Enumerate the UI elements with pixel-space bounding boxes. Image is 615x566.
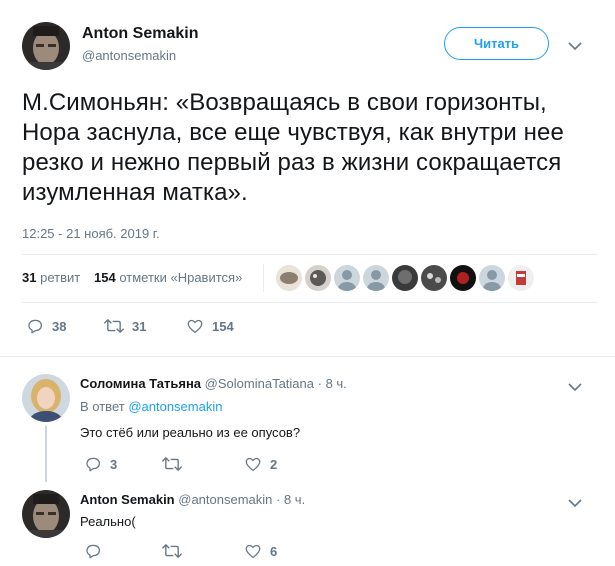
- in-reply-to: В ответ @antonsemakin: [80, 399, 222, 414]
- reply-text: Реально(: [80, 514, 136, 529]
- like-count: 6: [270, 543, 278, 559]
- likes-label: отметки «Нравится»: [119, 270, 243, 285]
- like-icon: [245, 544, 261, 559]
- likers-avatars: [276, 265, 536, 293]
- reply-count: 38: [52, 318, 67, 334]
- reply-icon: [28, 319, 43, 334]
- thread-line: [45, 426, 47, 482]
- in-reply-handle[interactable]: @antonsemakin: [128, 399, 222, 414]
- like-icon: [187, 319, 203, 334]
- reply-time[interactable]: · 8 ч.: [318, 376, 347, 391]
- like-stats[interactable]: 154 отметки «Нравится»: [94, 270, 242, 285]
- liker-avatar[interactable]: [421, 265, 447, 291]
- retweets-label: ретвит: [40, 270, 81, 285]
- divider: [22, 254, 597, 255]
- author-handle[interactable]: @antonsemakin: [82, 48, 176, 63]
- retweet-count: 31: [132, 318, 147, 334]
- follow-button-label: Читать: [473, 36, 520, 51]
- retweet-icon: [162, 457, 182, 471]
- reply-count: 3: [110, 456, 118, 472]
- in-reply-prefix: В ответ: [80, 399, 125, 414]
- reply-action[interactable]: [84, 542, 110, 560]
- caret-down-icon[interactable]: [568, 379, 582, 397]
- retweets-count: 31: [22, 270, 37, 285]
- likes-count: 154: [94, 270, 116, 285]
- liker-avatar[interactable]: [479, 265, 505, 291]
- liker-avatar[interactable]: [392, 265, 418, 291]
- like-action[interactable]: 154: [186, 317, 234, 335]
- reply-author-handle[interactable]: @SolominaTatiana: [205, 376, 314, 391]
- like-action[interactable]: 2: [244, 455, 277, 473]
- reply-icon: [86, 457, 101, 472]
- reply-author-name[interactable]: Соломина Татьяна: [80, 376, 201, 391]
- like-action[interactable]: 6: [244, 542, 277, 560]
- author-avatar[interactable]: [22, 22, 70, 70]
- retweet-action[interactable]: 31: [104, 317, 146, 335]
- like-count: 2: [270, 456, 278, 472]
- divider: [22, 302, 597, 303]
- liker-avatar[interactable]: [276, 265, 302, 291]
- retweet-stats[interactable]: 31 ретвит: [22, 270, 80, 285]
- reply-time[interactable]: · 8 ч.: [276, 492, 305, 507]
- tweet-timestamp[interactable]: 12:25 - 21 нояб. 2019 г.: [22, 226, 160, 241]
- liker-avatar[interactable]: [363, 265, 389, 291]
- caret-down-icon[interactable]: [568, 38, 582, 56]
- reply-header: Соломина Татьяна @SolominaTatiana · 8 ч.: [80, 376, 347, 391]
- reply-action[interactable]: 3: [84, 455, 117, 473]
- retweet-action[interactable]: [162, 542, 190, 560]
- reply-icon: [86, 544, 101, 559]
- author-name[interactable]: Anton Semakin: [82, 25, 198, 43]
- stats-separator: [263, 264, 264, 292]
- like-count: 154: [212, 318, 234, 334]
- liker-avatar[interactable]: [450, 265, 476, 291]
- retweet-icon: [162, 544, 182, 558]
- reply-action[interactable]: 38: [26, 317, 66, 335]
- reply-avatar[interactable]: [22, 490, 70, 538]
- like-icon: [245, 457, 261, 472]
- caret-down-icon[interactable]: [568, 495, 582, 513]
- liker-avatar[interactable]: [334, 265, 360, 291]
- follow-button[interactable]: Читать: [444, 27, 549, 60]
- reply-author-handle[interactable]: @antonsemakin: [178, 492, 272, 507]
- tweet-text: М.Симоньян: «Возвращаясь в свои горизонт…: [22, 89, 564, 206]
- retweet-icon: [104, 319, 124, 333]
- liker-avatar[interactable]: [305, 265, 331, 291]
- reply-text: Это стёб или реально из ее опусов?: [80, 425, 301, 440]
- reply-header: Anton Semakin @antonsemakin · 8 ч.: [80, 492, 305, 507]
- liker-avatar[interactable]: [508, 265, 534, 291]
- divider: [0, 356, 615, 357]
- reply-author-name[interactable]: Anton Semakin: [80, 492, 175, 507]
- retweet-action[interactable]: [162, 455, 190, 473]
- reply-avatar[interactable]: [22, 374, 70, 422]
